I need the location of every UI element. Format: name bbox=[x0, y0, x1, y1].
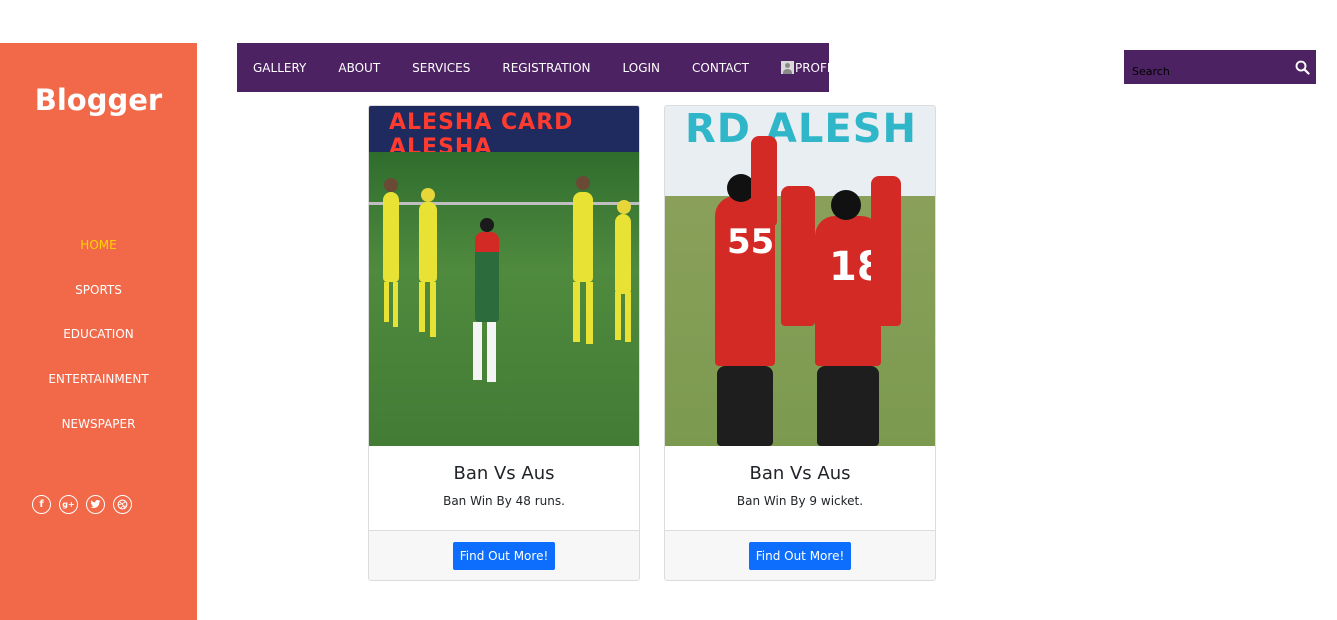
sidebar-item-newspaper[interactable]: NEWSPAPER bbox=[0, 414, 197, 459]
card-image: ALESHA CARD ALESHA bbox=[369, 106, 639, 446]
card-footer: Find Out More! bbox=[665, 530, 935, 580]
dribbble-icon[interactable] bbox=[113, 495, 132, 514]
profile-icon bbox=[780, 61, 794, 74]
twitter-icon[interactable] bbox=[86, 495, 105, 514]
news-card: RD ALESH 55 18 Ban Vs Aus Ban Win By 9 w… bbox=[664, 105, 936, 581]
card-body: Ban Vs Aus Ban Win By 9 wicket. bbox=[665, 446, 935, 530]
search-icon[interactable] bbox=[1288, 50, 1316, 84]
top-nav: GALLERY ABOUT SERVICES REGISTRATION LOGI… bbox=[237, 43, 845, 92]
card-body: Ban Vs Aus Ban Win By 48 runs. bbox=[369, 446, 639, 530]
stadium-banner: ALESHA CARD ALESHA bbox=[369, 106, 639, 160]
card-image: RD ALESH 55 18 bbox=[665, 106, 935, 446]
social-links: f g+ bbox=[32, 495, 132, 514]
sidebar-item-entertainment[interactable]: ENTERTAINMENT bbox=[0, 369, 197, 414]
find-out-more-button[interactable]: Find Out More! bbox=[452, 542, 556, 570]
nav-contact[interactable]: CONTACT bbox=[692, 61, 749, 75]
find-out-more-button[interactable]: Find Out More! bbox=[748, 542, 852, 570]
nav-gallery[interactable]: GALLERY bbox=[253, 61, 306, 75]
brand-logo[interactable]: Blogger bbox=[0, 83, 197, 117]
search-box bbox=[1124, 50, 1316, 84]
sidebar-item-education[interactable]: EDUCATION bbox=[0, 324, 197, 369]
nav-registration[interactable]: REGISTRATION bbox=[502, 61, 590, 75]
nav-profile[interactable]: PROFILE bbox=[780, 60, 845, 75]
card-footer: Find Out More! bbox=[369, 530, 639, 580]
nav-about[interactable]: ABOUT bbox=[338, 61, 380, 75]
nav-login[interactable]: LOGIN bbox=[623, 61, 661, 75]
nav-profile-label: PROFILE bbox=[794, 60, 845, 75]
card-text: Ban Win By 48 runs. bbox=[443, 494, 565, 508]
facebook-icon[interactable]: f bbox=[32, 495, 51, 514]
sidebar: Blogger HOME SPORTS EDUCATION ENTERTAINM… bbox=[0, 43, 197, 620]
google-plus-icon[interactable]: g+ bbox=[59, 495, 78, 514]
search-input[interactable] bbox=[1124, 50, 1288, 84]
card-title: Ban Vs Aus bbox=[749, 463, 851, 484]
nav-services[interactable]: SERVICES bbox=[412, 61, 470, 75]
card-title: Ban Vs Aus bbox=[453, 463, 555, 484]
news-card: ALESHA CARD ALESHA Ban Vs Aus Ban Win By… bbox=[368, 105, 640, 581]
sidebar-item-sports[interactable]: SPORTS bbox=[0, 280, 197, 325]
sidebar-item-home[interactable]: HOME bbox=[0, 235, 197, 280]
sidebar-nav: HOME SPORTS EDUCATION ENTERTAINMENT NEWS… bbox=[0, 235, 197, 458]
card-text: Ban Win By 9 wicket. bbox=[736, 494, 864, 508]
